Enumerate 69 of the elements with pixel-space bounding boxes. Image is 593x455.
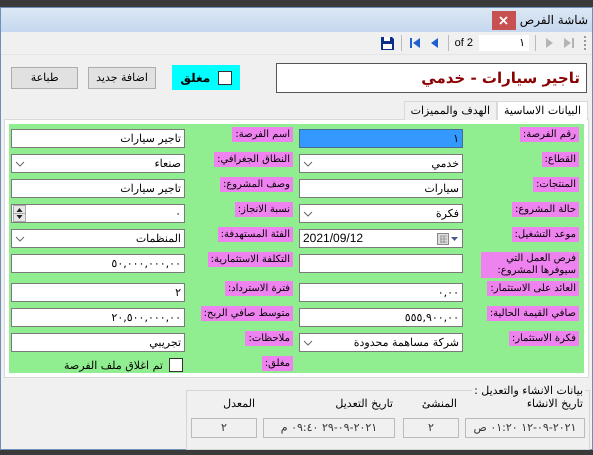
dropdown[interactable]: شركة مساهمة محدودة <box>299 333 463 352</box>
checkbox[interactable] <box>169 358 183 372</box>
chevron-down-icon <box>15 160 25 166</box>
dropdown[interactable]: خدمي <box>299 154 463 173</box>
calendar-dropdown-icon <box>437 232 459 244</box>
dropdown[interactable]: المنظمات <box>11 229 185 248</box>
column-heading: تاريخ التعديل <box>334 397 394 410</box>
input-field[interactable]: تاجير سيارات <box>11 129 185 148</box>
group-title: بيانات الانشاء والتعديل : <box>473 384 584 397</box>
field-label: المنتجات: <box>533 177 579 192</box>
input-field[interactable]: تاجير سيارات <box>11 179 185 198</box>
column-heading: تاريخ الانشاء <box>526 397 584 410</box>
column-heading: المنشئ <box>420 397 458 410</box>
field-label: التكلفة الاستثمارية: <box>208 252 293 267</box>
field-label: اسم الفرصة: <box>232 127 293 142</box>
action-button[interactable]: طباعة <box>10 66 78 88</box>
checkbox-label: تم اغلاق ملف الفرصة <box>64 358 163 372</box>
input-field[interactable]: ٥٠,٠٠٠,٠٠٠,٠٠ <box>11 254 185 273</box>
chevron-down-icon <box>303 210 313 216</box>
field-label: العائد على الاستثمار: <box>487 281 579 296</box>
input-field[interactable]: سيارات <box>299 179 463 198</box>
readonly-field: ٢ <box>191 418 257 438</box>
input-field[interactable]: ٥٥٥,٩٠٠,٠٠ <box>299 308 463 327</box>
closed-label: مغلق <box>180 70 210 84</box>
field-label: الفئة المستهدفة: <box>218 227 293 242</box>
input-field[interactable]: ١ <box>299 129 463 148</box>
record-position-field[interactable]: ١ <box>479 35 529 51</box>
tab[interactable]: الهدف والمميزات <box>404 101 497 120</box>
chevron-down-icon <box>303 160 313 166</box>
number-spinner[interactable]: ٠ <box>11 204 185 223</box>
field-label: ملاحظات: <box>245 331 293 346</box>
field-label: موعد التشغيل: <box>512 227 579 242</box>
field-label: القطاع: <box>542 152 579 167</box>
readonly-field: ٢ <box>403 418 459 438</box>
input-field[interactable] <box>299 254 463 273</box>
field-label: النطاق الجغرافي: <box>214 152 293 167</box>
input-field[interactable]: ٢ <box>11 283 185 302</box>
checkbox[interactable] <box>218 70 232 84</box>
dropdown[interactable]: صنعاء <box>11 154 185 173</box>
input-field[interactable]: تجريبي <box>11 333 185 352</box>
window-title: شاشة الفرص <box>520 13 588 27</box>
field-label: فكرة الاستثمار: <box>508 331 579 346</box>
field-label: رقم الفرصة: <box>520 127 579 142</box>
field-label: حالة المشروع: <box>512 202 579 217</box>
record-title: تاجير سيارات - خدمي <box>276 62 587 92</box>
field-label: صافي القيمة الحالية: <box>486 306 579 321</box>
readonly-field: ٢٠٢١-٠٩-١٢ ٠١:٢٠ ص <box>465 418 585 438</box>
chevron-down-icon <box>15 236 25 242</box>
field-label: وصف المشروع: <box>220 177 293 192</box>
field-label: فترة الاسترداد: <box>224 281 293 296</box>
field-label: فرص العمل التي سيوفرها المشروع: <box>481 252 579 278</box>
first-record-icon[interactable] <box>408 36 422 50</box>
dropdown[interactable]: فكرة <box>299 204 463 223</box>
spinner-arrows-icon <box>13 205 26 222</box>
tab[interactable]: البيانات الاساسية <box>497 101 588 120</box>
record-count: of 2 <box>454 37 473 49</box>
date-picker[interactable]: 2021/09/12 <box>299 229 463 248</box>
field-label: متوسط صافي الربح: <box>200 306 293 321</box>
save-icon[interactable] <box>380 36 395 50</box>
chevron-down-icon <box>303 340 313 346</box>
input-field[interactable]: ٢٠,٥٠٠,٠٠٠,٠٠ <box>11 308 185 327</box>
close-icon <box>499 16 508 24</box>
field-label: مغلق: <box>262 356 293 371</box>
readonly-field: ٢٠٢١-٠٩-٢٩ ٠٩:٤٠ م <box>263 418 395 438</box>
column-heading: المعدل <box>222 397 256 410</box>
field-label: نسبة الانجاز: <box>234 202 293 217</box>
action-button[interactable]: اضافة جديد <box>88 66 156 88</box>
close-button[interactable] <box>492 10 516 30</box>
input-field[interactable]: ٠,٠٠ <box>299 283 463 302</box>
